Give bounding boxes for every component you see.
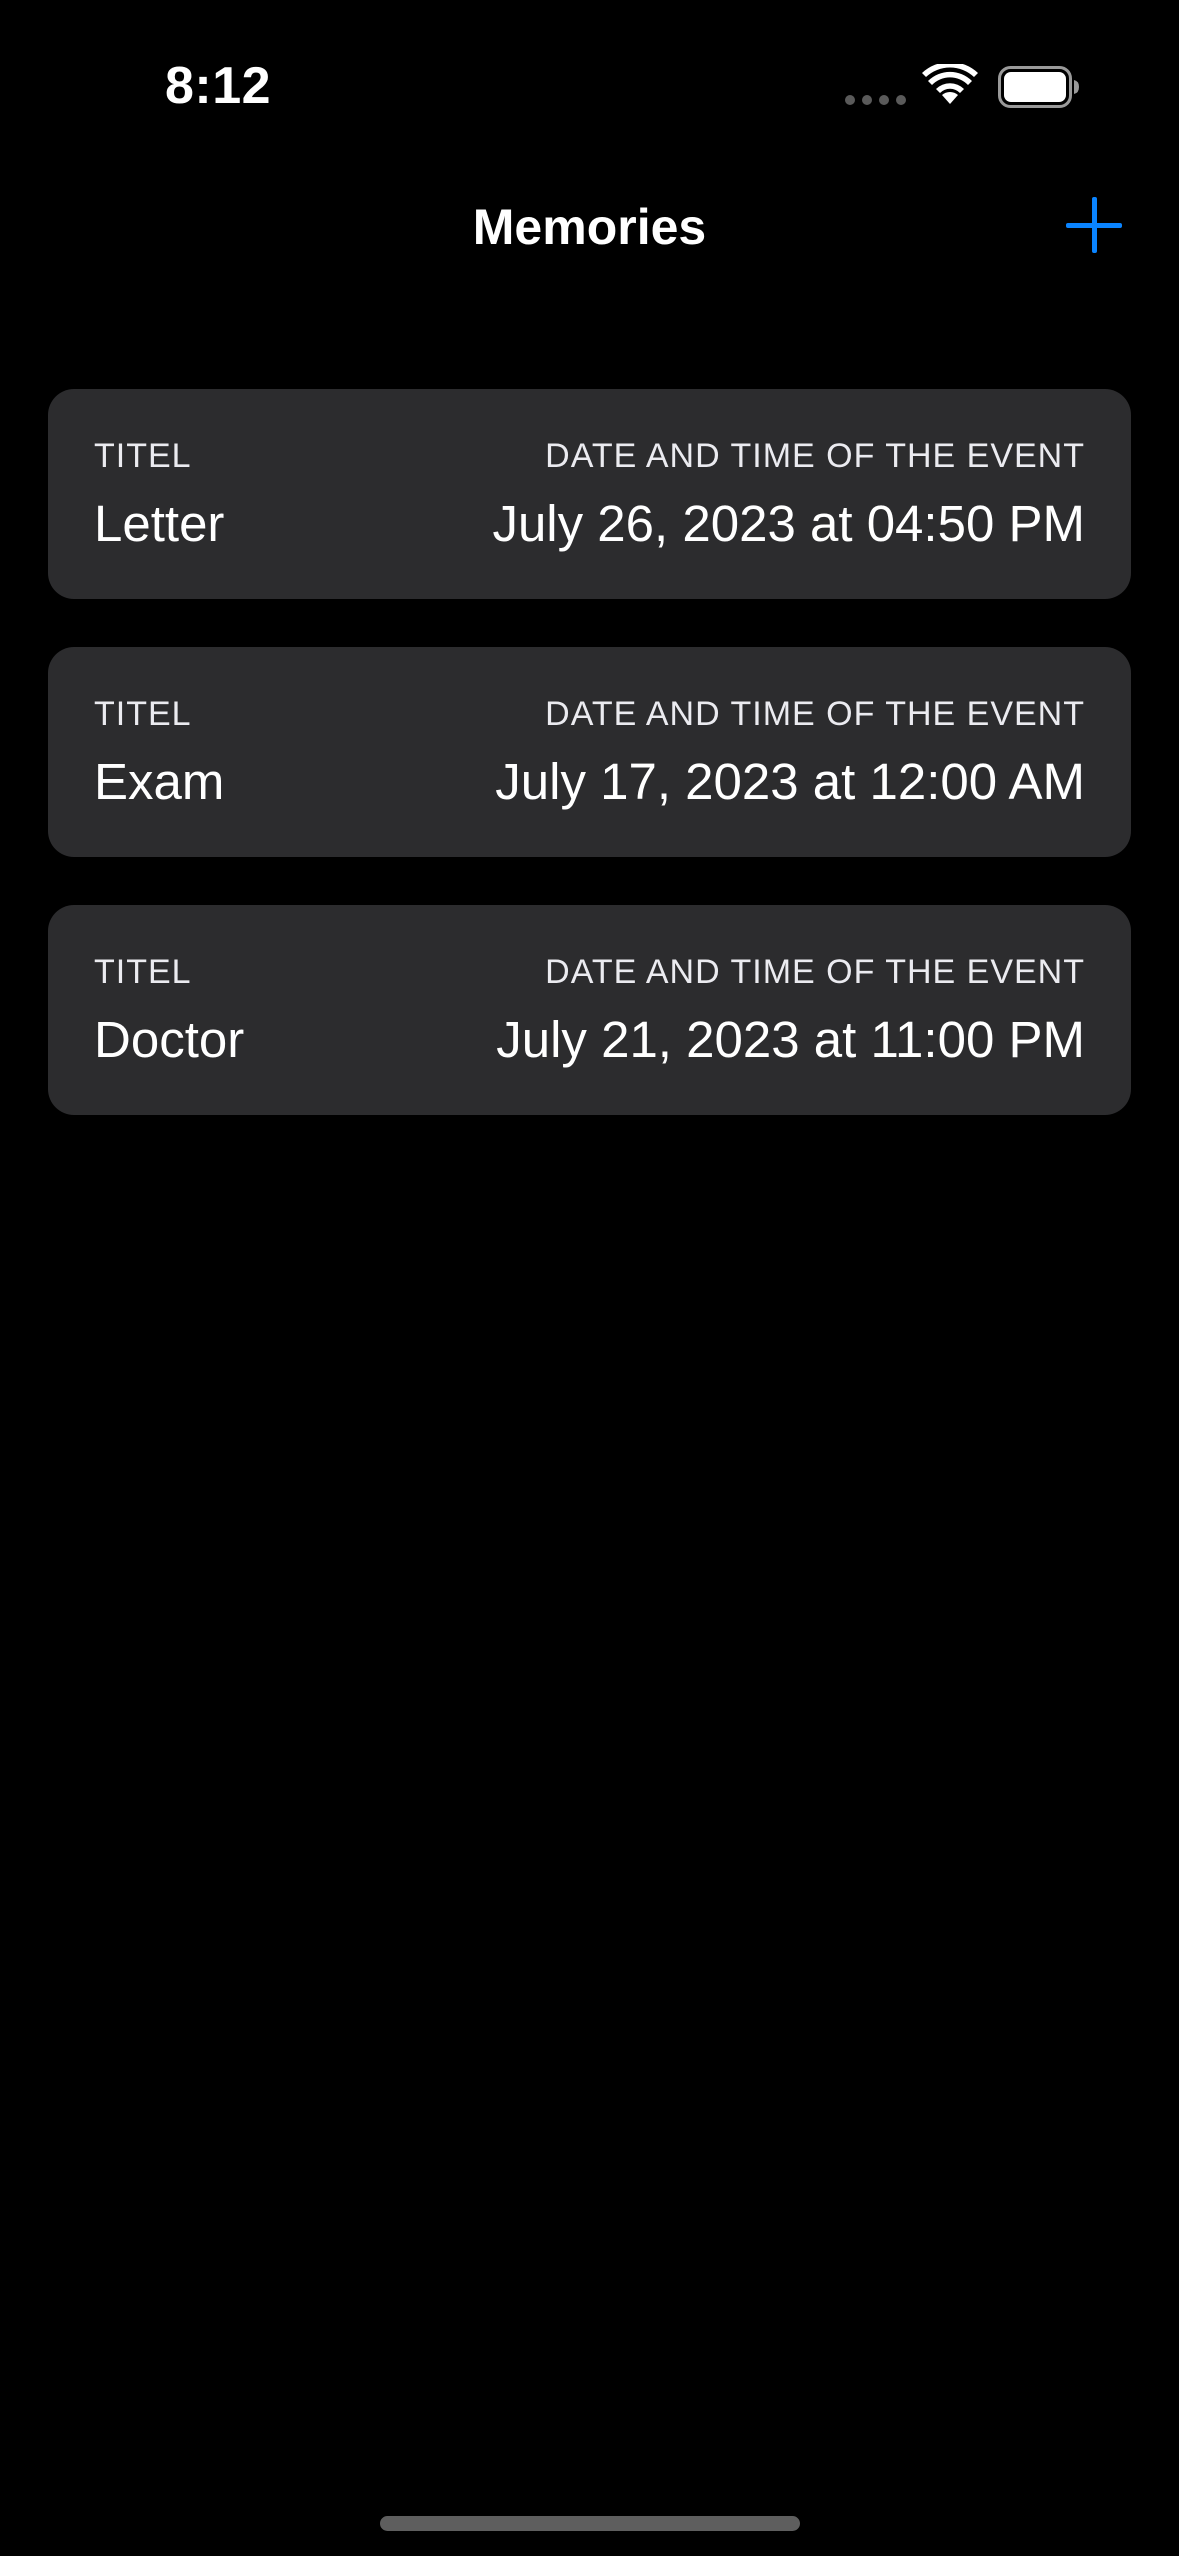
title-label: TITEL (94, 695, 192, 733)
add-memory-button[interactable] (1066, 196, 1126, 256)
date-label: DATE AND TIME OF THE EVENT (545, 437, 1085, 475)
battery-icon (998, 66, 1079, 108)
memory-card[interactable]: TITEL DATE AND TIME OF THE EVENT Exam Ju… (48, 647, 1131, 857)
home-indicator[interactable] (380, 2516, 800, 2531)
date-label: DATE AND TIME OF THE EVENT (545, 695, 1085, 733)
status-bar: 8:12 (0, 0, 1179, 170)
memory-list: TITEL DATE AND TIME OF THE EVENT Letter … (48, 389, 1131, 1163)
memory-title: Doctor (94, 1011, 245, 1068)
memory-card[interactable]: TITEL DATE AND TIME OF THE EVENT Letter … (48, 389, 1131, 599)
memory-date: July 17, 2023 at 12:00 AM (495, 753, 1085, 810)
memory-title: Letter (94, 495, 225, 552)
title-label: TITEL (94, 437, 192, 475)
title-label: TITEL (94, 953, 192, 991)
wifi-icon (922, 64, 978, 104)
memory-title: Exam (94, 753, 225, 810)
status-time: 8:12 (165, 57, 272, 115)
cellular-signal-icon (845, 95, 906, 105)
page-title: Memories (472, 199, 707, 255)
memory-date: July 26, 2023 at 04:50 PM (492, 495, 1085, 552)
date-label: DATE AND TIME OF THE EVENT (545, 953, 1085, 991)
memory-card[interactable]: TITEL DATE AND TIME OF THE EVENT Doctor … (48, 905, 1131, 1115)
memory-date: July 21, 2023 at 11:00 PM (496, 1011, 1085, 1068)
